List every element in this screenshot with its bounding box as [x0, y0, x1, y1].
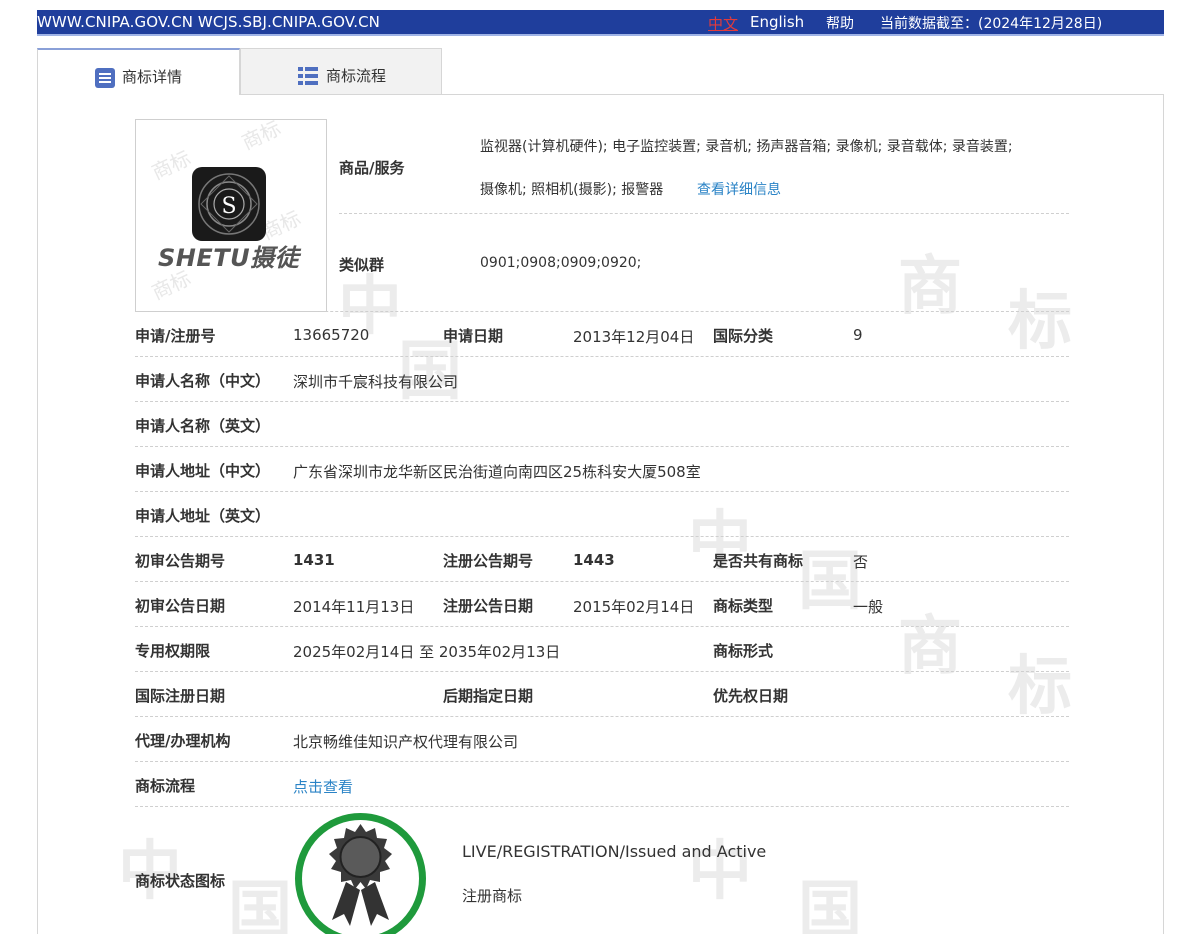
registered-ribbon-badge-icon — [294, 812, 427, 934]
status-en-text: LIVE/REGISTRATION/Issued and Active — [462, 842, 767, 861]
reg-no-value: 13665720 — [293, 326, 370, 344]
watermark-char: 标 — [1008, 650, 1072, 724]
reg-pub-no-value: 1443 — [573, 551, 615, 569]
tab-trademark-process[interactable]: 商标流程 — [240, 48, 442, 95]
shared-value: 否 — [853, 553, 869, 571]
divider — [135, 716, 1069, 717]
applicant-en-label: 申请人名称（英文） — [135, 417, 271, 435]
intl-class-value: 9 — [853, 326, 863, 344]
priority-date-label: 优先权日期 — [713, 687, 789, 705]
reg-pub-no-label: 注册公告期号 — [443, 552, 534, 570]
agent-label: 代理/办理机构 — [135, 732, 231, 750]
term-label: 专用权期限 — [135, 642, 211, 660]
tab-label: 商标流程 — [326, 67, 387, 85]
watermark-char: 标 — [1008, 285, 1072, 359]
tm-type-value: 一般 — [853, 598, 884, 616]
reg-pub-date-value: 2015年02月14日 — [573, 598, 695, 616]
tm-type-label: 商标类型 — [713, 597, 774, 615]
prelim-date-label: 初审公告日期 — [135, 597, 226, 615]
divider — [135, 356, 1069, 357]
svg-text:SHETU摄徒: SHETU摄徒 — [158, 244, 302, 272]
reg-pub-date-label: 注册公告日期 — [443, 597, 534, 615]
reg-no-label: 申请/注册号 — [135, 327, 216, 345]
goods-services-label: 商品/服务 — [339, 159, 405, 177]
tab-label: 商标详情 — [122, 68, 183, 86]
divider — [135, 671, 1069, 672]
agent-value: 北京畅维佳知识产权代理有限公司 — [293, 733, 519, 751]
watermark-char: 商 — [898, 250, 962, 324]
watermark-char: 国 — [798, 875, 862, 934]
divider — [135, 311, 1069, 312]
later-designation-label: 后期指定日期 — [443, 687, 534, 705]
similar-group-label: 类似群 — [339, 256, 385, 274]
divider — [135, 401, 1069, 402]
help-link[interactable]: 帮助 — [826, 13, 854, 33]
table-list-icon — [298, 66, 318, 86]
details-panel: 中 国 商 标 中 国 商 标 中 国 中 国 商标 商标 商标 商标 S SH… — [37, 94, 1164, 934]
svg-text:商标: 商标 — [238, 120, 284, 155]
divider — [135, 536, 1069, 537]
prelim-no-label: 初审公告期号 — [135, 552, 226, 570]
term-value: 2025年02月14日 至 2035年02月13日 — [293, 643, 561, 661]
svg-text:S: S — [221, 194, 236, 219]
goods-services-line2: 摄像机; 照相机(摄影); 报警器 — [480, 182, 664, 198]
divider — [135, 761, 1069, 762]
apply-date-label: 申请日期 — [443, 327, 504, 345]
status-icon-label: 商标状态图标 — [135, 872, 226, 890]
view-details-link[interactable]: 查看详细信息 — [697, 179, 781, 199]
trademark-logo-graphic: 商标 商标 商标 商标 S SHETU摄徒 — [148, 120, 304, 305]
prelim-no-value: 1431 — [293, 551, 335, 569]
tm-form-label: 商标形式 — [713, 642, 774, 660]
apply-date-value: 2013年12月04日 — [573, 328, 695, 346]
applicant-cn-value: 深圳市千宸科技有限公司 — [293, 373, 459, 391]
site-urls[interactable]: WWW.CNIPA.GOV.CN WCJS.SBJ.CNIPA.GOV.CN — [37, 13, 380, 31]
watermark-char: 国 — [228, 875, 292, 934]
address-cn-label: 申请人地址（中文） — [135, 462, 271, 480]
divider — [135, 491, 1069, 492]
status-cn-text: 注册商标 — [462, 887, 523, 905]
address-cn-value: 广东省深圳市龙华新区民治街道向南四区25栋科安大厦508室 — [293, 463, 701, 481]
shared-label: 是否共有商标 — [713, 552, 804, 570]
address-en-label: 申请人地址（英文） — [135, 507, 271, 525]
divider — [135, 581, 1069, 582]
top-bar: WWW.CNIPA.GOV.CN WCJS.SBJ.CNIPA.GOV.CN 中… — [37, 10, 1164, 36]
watermark-char: 商 — [898, 610, 962, 684]
intl-class-label: 国际分类 — [713, 327, 774, 345]
lang-chinese-link[interactable]: 中文 — [708, 13, 738, 34]
trademark-image: 商标 商标 商标 商标 S SHETU摄徒 — [135, 119, 327, 312]
goods-services-line1: 监视器(计算机硬件); 电子监控装置; 录音机; 扬声器音箱; 录像机; 录音载… — [480, 139, 1013, 155]
tab-trademark-details[interactable]: 商标详情 — [37, 48, 240, 95]
lang-english-link[interactable]: English — [750, 13, 804, 31]
svg-text:商标: 商标 — [148, 146, 194, 185]
divider — [135, 446, 1069, 447]
data-as-of-date: 当前数据截至：(2024年12月28日) — [880, 16, 1103, 32]
divider — [135, 806, 1069, 807]
process-view-link[interactable]: 点击查看 — [293, 776, 353, 797]
divider — [135, 626, 1069, 627]
document-list-icon — [94, 67, 115, 88]
similar-group-value: 0901;0908;0909;0920; — [480, 255, 642, 271]
applicant-cn-label: 申请人名称（中文） — [135, 372, 271, 390]
divider — [339, 213, 1069, 214]
process-label: 商标流程 — [135, 777, 196, 795]
prelim-date-value: 2014年11月13日 — [293, 598, 415, 616]
intl-reg-date-label: 国际注册日期 — [135, 687, 226, 705]
